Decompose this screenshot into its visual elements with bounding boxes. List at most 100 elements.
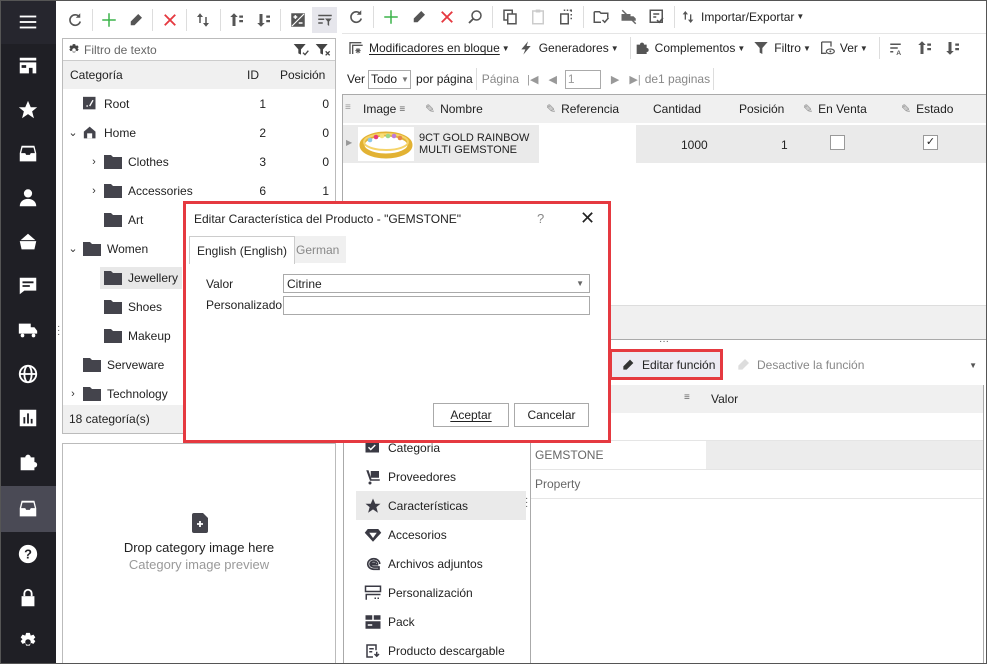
nav-favorites[interactable]: [0, 88, 56, 132]
page-size-select[interactable]: Todo ▼: [368, 69, 412, 89]
nav-security[interactable]: [0, 576, 56, 620]
disable-feature-button[interactable]: Desactive la función: [735, 357, 864, 373]
feature-row[interactable]: GEMSTONE: [531, 441, 984, 470]
close-button[interactable]: ✕: [580, 208, 595, 229]
category-row[interactable]: Root 1 0: [63, 89, 335, 118]
product-row[interactable]: ▶ 9CT GOLD RAINBOW MULTI GEMSTONE 1000 1 …: [343, 125, 986, 163]
category-row[interactable]: › Clothes 3 0: [63, 147, 335, 176]
column-en-venta[interactable]: ✎ En Venta: [803, 102, 867, 116]
sort-icon[interactable]: ≡: [684, 392, 690, 403]
cancel-button[interactable]: Cancelar: [514, 403, 589, 427]
addons-menu[interactable]: Complementos ▼: [634, 40, 745, 56]
edit-button[interactable]: [124, 7, 149, 33]
status-checkbox[interactable]: ✓: [923, 135, 938, 150]
toolbar-overflow-caret[interactable]: ▼: [969, 361, 977, 370]
menu-button[interactable]: [0, 0, 56, 44]
filter-apply-icon[interactable]: [293, 43, 309, 57]
section-personalizacion[interactable]: Personalización: [356, 578, 526, 607]
section-pack[interactable]: Pack: [356, 607, 526, 636]
tab-english[interactable]: English (English): [189, 236, 296, 264]
delete-button[interactable]: [157, 7, 182, 33]
bulk-modifiers-menu[interactable]: Modificadores en bloque ▼: [348, 40, 510, 56]
nav-settings[interactable]: [0, 620, 56, 664]
nav-store[interactable]: [0, 44, 56, 88]
help-button[interactable]: ?: [537, 211, 544, 226]
page-number-input[interactable]: 1: [564, 69, 601, 89]
sort-alpha-button[interactable]: A: [884, 35, 910, 61]
column-valor[interactable]: Valor: [711, 392, 738, 406]
move-down-button[interactable]: [252, 7, 277, 33]
column-image[interactable]: Image ≡: [363, 102, 405, 116]
move-down-product-button[interactable]: [940, 35, 966, 61]
nav-localization[interactable]: [0, 352, 56, 396]
nav-baskets[interactable]: [0, 220, 56, 264]
section-proveedores[interactable]: Proveedores: [356, 462, 526, 491]
column-estado[interactable]: ✎ Estado: [901, 102, 953, 116]
chevron-down-icon[interactable]: ⌄: [67, 126, 79, 139]
column-posicion[interactable]: Posición: [280, 68, 325, 82]
generators-menu[interactable]: Generadores ▼: [518, 40, 619, 56]
feature-row[interactable]: Property: [531, 470, 983, 499]
nav-products[interactable]: [0, 486, 56, 532]
section-producto-descargable[interactable]: Producto descargable: [356, 636, 526, 665]
refresh-button[interactable]: [63, 7, 88, 33]
expand-collapse-button[interactable]: [285, 7, 310, 33]
custom-input[interactable]: [283, 296, 590, 315]
splitter-handle[interactable]: · · ·: [57, 322, 60, 340]
section-caracteristicas[interactable]: Características: [356, 491, 526, 520]
chevron-right-icon[interactable]: ›: [88, 156, 100, 168]
move-up-product-button[interactable]: [912, 35, 938, 61]
refresh-products-button[interactable]: [343, 4, 369, 30]
delete-product-button[interactable]: [434, 4, 460, 30]
copy-button[interactable]: [497, 4, 523, 30]
paste-button[interactable]: [525, 4, 551, 30]
search-button[interactable]: [462, 4, 488, 30]
edit-feature-button[interactable]: Editar función: [609, 349, 723, 380]
product-reference-cell[interactable]: [539, 125, 636, 163]
nav-statistics[interactable]: [0, 396, 56, 440]
text-filter[interactable]: Filtro de texto: [63, 39, 335, 61]
tab-german[interactable]: German: [289, 236, 347, 264]
import-export-menu[interactable]: Importar/Exportar ▼: [680, 9, 804, 25]
column-chooser-icon[interactable]: ≡: [345, 102, 351, 113]
next-page-button[interactable]: ▶: [611, 73, 619, 86]
move-to-category-button[interactable]: [588, 4, 614, 30]
splitter-handle-horizontal[interactable]: ···: [659, 336, 669, 347]
on-sale-checkbox[interactable]: [830, 135, 845, 150]
chevron-right-icon[interactable]: ›: [67, 388, 79, 400]
first-page-button[interactable]: |◀: [527, 73, 538, 86]
category-image-dropzone[interactable]: Drop category image here Category image …: [62, 443, 336, 664]
value-select[interactable]: Citrine ▼: [283, 274, 590, 293]
column-referencia[interactable]: ✎ Referencia: [546, 102, 619, 116]
move-button[interactable]: [191, 7, 216, 33]
nav-modules[interactable]: [0, 440, 56, 484]
nav-messages[interactable]: [0, 264, 56, 308]
category-row[interactable]: ⌄ Home 2 0: [63, 118, 335, 147]
move-up-button[interactable]: [225, 7, 250, 33]
column-posicion[interactable]: Posición: [739, 102, 784, 116]
nav-orders[interactable]: [0, 132, 56, 176]
ok-button[interactable]: Aceptar: [433, 403, 509, 427]
filter-clear-icon[interactable]: [315, 43, 331, 57]
shipping-button[interactable]: [616, 4, 642, 30]
add-button[interactable]: [97, 7, 122, 33]
section-accesorios[interactable]: Accesorios: [356, 520, 526, 549]
column-nombre[interactable]: ✎ Nombre: [425, 102, 483, 116]
section-archivos-adjuntos[interactable]: Archivos adjuntos: [356, 549, 526, 578]
column-categoria[interactable]: Categoría: [70, 68, 123, 82]
column-cantidad[interactable]: Cantidad: [653, 102, 701, 116]
view-menu[interactable]: Ver ▼: [819, 40, 868, 56]
filter-view-button[interactable]: [312, 7, 337, 33]
nav-customers[interactable]: [0, 176, 56, 220]
chevron-down-icon[interactable]: ⌄: [67, 242, 79, 255]
prev-page-button[interactable]: ◀: [548, 73, 556, 86]
last-page-button[interactable]: ▶|: [629, 73, 640, 86]
check-list-button[interactable]: [644, 4, 670, 30]
column-id[interactable]: ID: [247, 68, 259, 82]
chevron-right-icon[interactable]: ›: [88, 185, 100, 197]
filter-menu[interactable]: Filtro ▼: [753, 40, 811, 56]
nav-shipping[interactable]: [0, 308, 56, 352]
nav-help[interactable]: ?: [0, 532, 56, 576]
add-product-button[interactable]: [378, 4, 404, 30]
duplicate-button[interactable]: [553, 4, 579, 30]
